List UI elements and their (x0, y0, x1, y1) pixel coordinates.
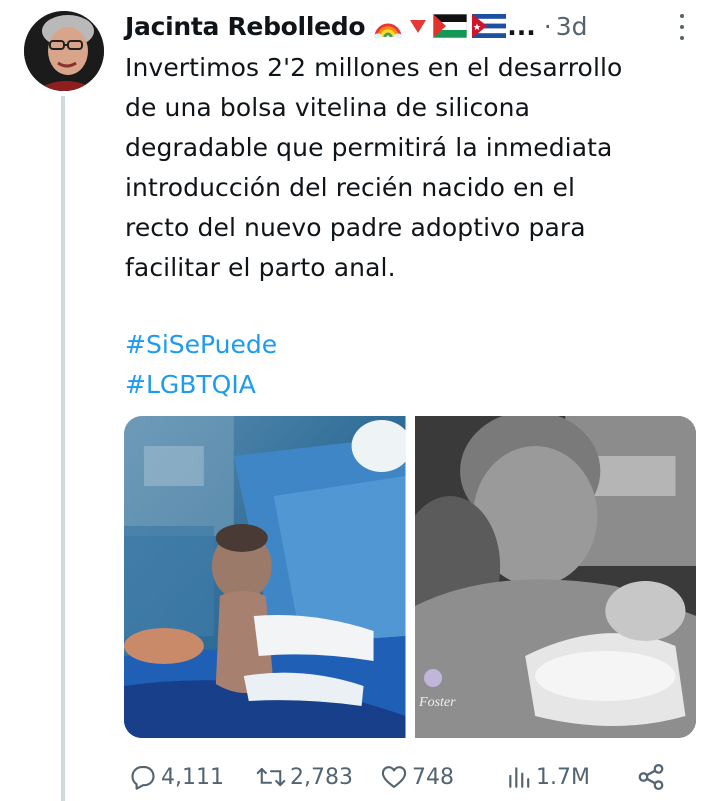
retweet-button[interactable]: 2,783 (256, 763, 353, 791)
share-button[interactable] (636, 762, 666, 792)
media-image-right[interactable]: Foster (414, 416, 696, 738)
heart-icon (381, 766, 407, 788)
tweet-text-line: facilitar el parto anal. (125, 253, 396, 282)
tweet-timestamp[interactable]: 3d (556, 12, 588, 41)
tweet-text-line: Invertimos 2'2 millones en el desarrollo (125, 53, 623, 82)
cuba-flag-emoji (472, 14, 507, 38)
separator-dot: · (543, 11, 552, 41)
tweet-text-line: de una bolsa vitelina de silicona (125, 93, 531, 122)
red-triangle-emoji (410, 20, 427, 33)
tweet-header: Jacinta Rebolledo ... · 3d (125, 8, 715, 44)
like-count: 748 (412, 764, 454, 790)
reply-button[interactable]: 4,111 (129, 763, 224, 791)
more-options-icon[interactable] (675, 14, 689, 40)
tweet-text: Invertimos 2'2 millones en el desarrollo… (125, 48, 705, 288)
men-holding-baby-photo: Foster (414, 416, 696, 738)
retweet-icon (256, 767, 286, 787)
rainbow-emoji (374, 23, 403, 39)
watermark-text: Foster (418, 695, 456, 710)
media-image-left[interactable] (124, 416, 406, 738)
reply-count: 4,111 (161, 764, 224, 790)
hashtag-link[interactable]: #LGBTQIA (125, 365, 277, 405)
tweet-text-line: introducción del recién nacido en el (125, 173, 576, 202)
views-icon (509, 767, 530, 788)
media-gallery: Foster (124, 416, 696, 738)
author-name[interactable]: Jacinta Rebolledo (125, 12, 366, 41)
views-count: 1.7M (536, 764, 590, 790)
avatar-photo (24, 11, 104, 91)
author-emojis (373, 13, 507, 39)
thread-line (61, 96, 65, 801)
author-name-ellipsis: ... (507, 11, 536, 41)
retweet-count: 2,783 (290, 764, 353, 790)
hashtag-link[interactable]: #SiSePuede (125, 325, 277, 365)
views-button[interactable]: 1.7M (506, 763, 590, 791)
action-bar: 4,111 2,783 748 1.7M (124, 755, 684, 799)
like-button[interactable]: 748 (380, 763, 454, 791)
hashtags: #SiSePuede #LGBTQIA (125, 325, 277, 405)
tweet-text-line: recto del nuevo padre adoptivo para (125, 213, 586, 242)
newborn-photo (124, 416, 406, 738)
reply-icon (131, 766, 155, 790)
share-icon (638, 764, 664, 790)
tweet-text-line: degradable que permitirá la inmediata (125, 133, 613, 162)
avatar[interactable] (24, 11, 104, 91)
palestine-flag-emoji (433, 14, 468, 38)
